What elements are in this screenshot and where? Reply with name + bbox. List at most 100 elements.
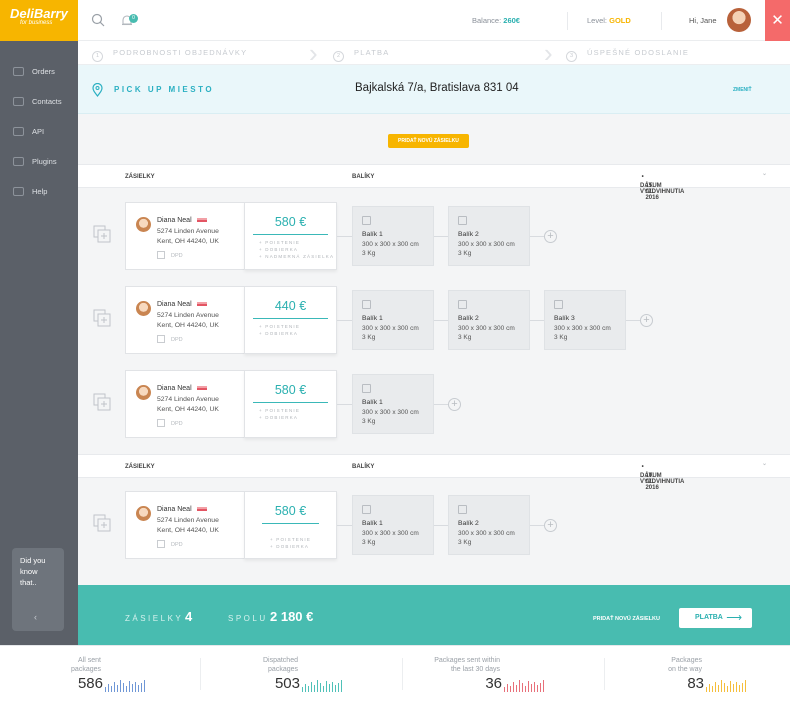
user-avatar[interactable] <box>727 8 751 32</box>
sidebar-item-api[interactable]: API <box>0 116 78 146</box>
search-icon[interactable] <box>91 13 105 27</box>
spark-bar <box>540 683 541 692</box>
step-payment[interactable]: 2 PLATBA <box>333 48 389 62</box>
flag-icon <box>196 300 207 306</box>
spark-bar <box>108 684 109 692</box>
package-dims: 300 x 300 x 300 cm <box>362 241 419 248</box>
sparkline <box>504 680 544 692</box>
add-shipment-button[interactable]: PRIDAŤ NOVÚ ZÁSIELKU <box>388 134 469 148</box>
price-card[interactable]: 580 € + POISTENIE + DOBIERKA <box>244 491 337 559</box>
package-card[interactable]: Balík 2 300 x 300 x 300 cm 3 Kg <box>448 290 530 350</box>
carrier-name: DPD <box>171 421 183 427</box>
recipient-city: Kent, OH 44240, UK <box>157 237 219 245</box>
sidebar-item-label: Orders <box>32 66 55 76</box>
stat-label: on the way <box>668 665 702 673</box>
spark-bar <box>141 683 142 692</box>
recipient-card[interactable]: Diana Neal 5274 Linden Avenue Kent, OH 44… <box>125 370 245 438</box>
spark-bar <box>721 680 722 692</box>
package-card[interactable]: Balík 1 300 x 300 x 300 cm 3 Kg <box>352 206 434 266</box>
plugins-icon <box>13 156 24 166</box>
sidebar-item-help[interactable]: Help <box>0 176 78 206</box>
spark-bar <box>311 682 312 692</box>
package-icon <box>362 384 371 393</box>
did-you-know-tip[interactable]: Did you know that.. ‹ <box>12 548 64 631</box>
package-dims: 300 x 300 x 300 cm <box>458 325 515 332</box>
date-dropdown-icon[interactable]: ⌄ <box>762 460 767 467</box>
recipient-avatar <box>136 385 151 400</box>
stat-value: 36 <box>485 675 502 692</box>
flag-icon <box>196 216 207 222</box>
level: Level: GOLD <box>587 16 631 25</box>
total-value: 2 180 € <box>270 609 314 624</box>
spark-bar <box>730 681 731 692</box>
connector-line <box>337 236 352 237</box>
change-pickup-link[interactable]: ZMENIŤ <box>733 87 752 93</box>
pickup-date[interactable]: DÁTUM VYZDVIHNUTIA • 15. 01. 2016 <box>640 174 684 201</box>
shipment-price: 580 € <box>274 504 307 518</box>
sparkline <box>105 680 145 692</box>
package-card[interactable]: Balík 1 300 x 300 x 300 cm 3 Kg <box>352 290 434 350</box>
step-success[interactable]: 3 ÚSPEŠNÉ ODOSLANIE <box>566 48 689 62</box>
pay-button[interactable]: PLATBA ⟶ <box>679 608 752 628</box>
shipment-price: 580 € <box>274 383 307 397</box>
package-card[interactable]: Balík 1 300 x 300 x 300 cm 3 Kg <box>352 495 434 555</box>
package-dims: 300 x 300 x 300 cm <box>362 530 419 537</box>
carrier-icon <box>157 335 165 343</box>
recipient-card[interactable]: Diana Neal 5274 Linden Avenue Kent, OH 44… <box>125 286 245 354</box>
recipient-street: 5274 Linden Avenue <box>157 312 219 319</box>
spark-bar <box>519 680 520 692</box>
package-card[interactable]: Balík 2 300 x 300 x 300 cm 3 Kg <box>448 495 530 555</box>
carrier-name: DPD <box>171 337 183 343</box>
spark-bar <box>305 684 306 692</box>
sidebar-item-contacts[interactable]: Contacts <box>0 86 78 116</box>
duplicate-icon[interactable] <box>93 514 111 532</box>
spark-bar <box>314 685 315 692</box>
date-dropdown-icon[interactable]: ⌄ <box>762 170 767 177</box>
collapse-chevron-icon[interactable]: ‹ <box>34 612 37 623</box>
package-card[interactable]: Balík 1 300 x 300 x 300 cm 3 Kg <box>352 374 434 434</box>
brand-logo[interactable]: DeliBarry for business <box>0 0 78 41</box>
stat-all-sent: All sent packages 586 <box>0 646 197 701</box>
pickup-label: PICK UP MIESTO <box>114 85 215 94</box>
add-package-icon[interactable]: + <box>544 230 557 243</box>
pickup-date[interactable]: DÁTUM VYZDVIHNUTIA • 10. 01. 2016 <box>640 464 684 491</box>
price-underline <box>253 234 328 235</box>
duplicate-icon[interactable] <box>93 309 111 327</box>
spark-bar <box>114 682 115 692</box>
duplicate-icon[interactable] <box>93 393 111 411</box>
recipient-name: Diana Neal <box>157 506 192 513</box>
notification-badge: 0 <box>129 14 138 23</box>
sidebar-item-orders[interactable]: Orders <box>0 56 78 86</box>
price-card[interactable]: 580 € + POISTENIE + DOBIERKA + NADMERNÁ ZÁ… <box>244 202 337 270</box>
col-packages: BALÍKY <box>352 174 375 180</box>
package-dims: 300 x 300 x 300 cm <box>458 530 515 537</box>
sidebar-item-plugins[interactable]: Plugins <box>0 146 78 176</box>
add-package-icon[interactable]: + <box>640 314 653 327</box>
price-card[interactable]: 580 € + POISTENIE + DOBIERKA <box>244 370 337 438</box>
add-package-icon[interactable]: + <box>448 398 461 411</box>
step-details[interactable]: 1 PODROBNOSTI OBJEDNÁVKY <box>92 48 247 62</box>
recipient-street: 5274 Linden Avenue <box>157 228 219 235</box>
package-card[interactable]: Balík 3 300 x 300 x 300 cm 3 Kg <box>544 290 626 350</box>
add-shipment-link[interactable]: PRIDAŤ NOVÚ ZÁSIELKU <box>593 616 660 622</box>
package-card[interactable]: Balík 2 300 x 300 x 300 cm 3 Kg <box>448 206 530 266</box>
flag-icon <box>196 384 207 390</box>
connector-line <box>434 320 448 321</box>
group-header: ZÁSIELKY BALÍKY DÁTUM VYZDVIHNUTIA • 10.… <box>78 454 790 491</box>
spark-bar <box>724 683 725 692</box>
recipient-street: 5274 Linden Avenue <box>157 396 219 403</box>
shipment-price: 440 € <box>274 299 307 313</box>
duplicate-icon[interactable] <box>93 225 111 243</box>
package-weight: 3 Kg <box>362 250 376 257</box>
price-card[interactable]: 440 € + POISTENIE + DOBIERKA <box>244 286 337 354</box>
spark-bar <box>326 681 327 692</box>
connector-line <box>530 236 544 237</box>
close-button[interactable]: ✕ <box>765 0 790 41</box>
spark-bar <box>308 686 309 692</box>
add-package-icon[interactable]: + <box>544 519 557 532</box>
recipient-card[interactable]: Diana Neal 5274 Linden Avenue Kent, OH 44… <box>125 202 245 270</box>
divider <box>661 12 662 30</box>
spark-bar <box>510 686 511 692</box>
pickup-date-value: 15. 01. 2016 <box>645 183 659 201</box>
recipient-card[interactable]: Diana Neal 5274 Linden Avenue Kent, OH 44… <box>125 491 245 559</box>
